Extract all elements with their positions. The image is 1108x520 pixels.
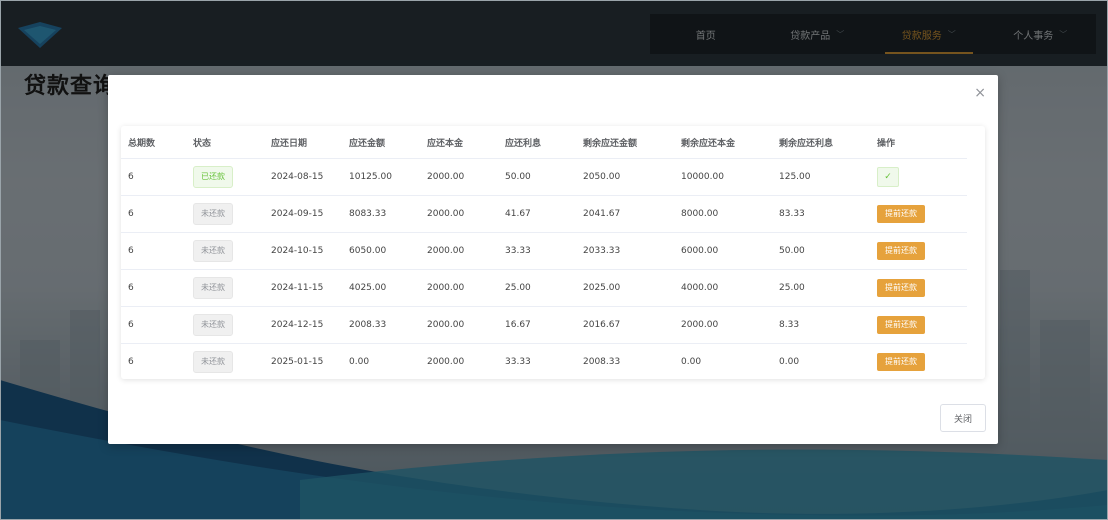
action-cell: 提前还款 [870, 195, 967, 233]
close-button[interactable]: 关闭 [940, 404, 986, 432]
cell-interest: 33.33 [498, 343, 576, 379]
cell-periods: 6 [121, 232, 186, 270]
column-header: 操作 [870, 126, 967, 159]
status-cell: 未还款 [186, 195, 264, 233]
status-badge: 未还款 [193, 240, 233, 262]
cell-periods: 6 [121, 343, 186, 379]
status-badge: 未还款 [193, 351, 233, 373]
cell-amount: 0.00 [342, 343, 420, 379]
cell-remaining-interest: 25.00 [772, 269, 870, 307]
cell-remaining-principal: 6000.00 [674, 232, 772, 270]
action-cell: 提前还款 [870, 269, 967, 307]
cell-due-date: 2024-10-15 [264, 232, 342, 270]
column-header: 状态 [186, 126, 264, 159]
cell-remaining-principal: 4000.00 [674, 269, 772, 307]
early-repayment-button[interactable]: 提前还款 [877, 205, 925, 223]
repayment-schedule-dialog: × 总期数 状态 应还日期 应还金额 应还本金 应还利息 剩余应还金额 剩余应还… [108, 75, 998, 444]
close-icon[interactable]: × [974, 85, 986, 101]
cell-remaining-principal: 0.00 [674, 343, 772, 379]
table-row: 6 未还款 2024-12-15 2008.33 2000.00 16.67 2016.67… [121, 306, 967, 344]
cell-remaining-interest: 8.33 [772, 306, 870, 344]
status-badge: 未还款 [193, 314, 233, 336]
status-badge: 未还款 [193, 277, 233, 299]
column-header: 应还本金 [420, 126, 498, 159]
cell-amount: 8083.33 [342, 195, 420, 233]
early-repayment-button[interactable]: 提前还款 [877, 279, 925, 297]
column-header: 剩余应还利息 [772, 126, 870, 159]
cell-due-date: 2024-08-15 [264, 158, 342, 196]
cell-remaining-amount: 2008.33 [576, 343, 674, 379]
table-row: 6 未还款 2025-01-15 0.00 2000.00 33.33 2008.33 0.0… [121, 343, 967, 379]
cell-due-date: 2024-12-15 [264, 306, 342, 344]
cell-interest: 16.67 [498, 306, 576, 344]
table-row: 6 未还款 2024-10-15 6050.00 2000.00 33.33 2033.33… [121, 232, 967, 270]
app-window: 首页 贷款产品 ﹀ 贷款服务 ﹀ 个人事务 ﹀ 贷款查询 × 总期数 状态 应还… [0, 0, 1108, 520]
cell-remaining-amount: 2025.00 [576, 269, 674, 307]
cell-remaining-amount: 2033.33 [576, 232, 674, 270]
table-row: 6 未还款 2024-11-15 4025.00 2000.00 25.00 2025.00… [121, 269, 967, 307]
cell-remaining-amount: 2050.00 [576, 158, 674, 196]
action-cell: 提前还款 [870, 232, 967, 270]
cell-amount: 2008.33 [342, 306, 420, 344]
column-header: 总期数 [121, 126, 186, 159]
cell-periods: 6 [121, 195, 186, 233]
status-badge: 已还款 [193, 166, 233, 188]
table-row: 6 未还款 2024-09-15 8083.33 2000.00 41.67 2041.67… [121, 195, 967, 233]
cell-periods: 6 [121, 269, 186, 307]
cell-principal: 2000.00 [420, 195, 498, 233]
status-cell: 已还款 [186, 158, 264, 196]
cell-remaining-amount: 2041.67 [576, 195, 674, 233]
cell-principal: 2000.00 [420, 158, 498, 196]
cell-amount: 10125.00 [342, 158, 420, 196]
status-badge: 未还款 [193, 203, 233, 225]
cell-remaining-principal: 8000.00 [674, 195, 772, 233]
repayment-table: 总期数 状态 应还日期 应还金额 应还本金 应还利息 剩余应还金额 剩余应还本金… [121, 126, 967, 379]
cell-remaining-interest: 83.33 [772, 195, 870, 233]
cell-principal: 2000.00 [420, 232, 498, 270]
cell-remaining-principal: 2000.00 [674, 306, 772, 344]
early-repayment-button[interactable]: 提前还款 [877, 242, 925, 260]
column-header: 应还金额 [342, 126, 420, 159]
cell-interest: 33.33 [498, 232, 576, 270]
repayment-table-card: 总期数 状态 应还日期 应还金额 应还本金 应还利息 剩余应还金额 剩余应还本金… [121, 126, 985, 379]
column-header: 剩余应还本金 [674, 126, 772, 159]
cell-interest: 25.00 [498, 269, 576, 307]
cell-periods: 6 [121, 158, 186, 196]
status-cell: 未还款 [186, 306, 264, 344]
status-cell: 未还款 [186, 343, 264, 379]
action-cell: 提前还款 [870, 306, 967, 344]
cell-periods: 6 [121, 306, 186, 344]
check-icon: ✓ [877, 167, 899, 187]
status-cell: 未还款 [186, 232, 264, 270]
cell-remaining-interest: 0.00 [772, 343, 870, 379]
cell-remaining-interest: 50.00 [772, 232, 870, 270]
cell-remaining-amount: 2016.67 [576, 306, 674, 344]
table-row: 6 已还款 2024-08-15 10125.00 2000.00 50.00 2050.0… [121, 158, 967, 196]
status-cell: 未还款 [186, 269, 264, 307]
cell-remaining-principal: 10000.00 [674, 158, 772, 196]
cell-due-date: 2024-09-15 [264, 195, 342, 233]
table-body: 6 已还款 2024-08-15 10125.00 2000.00 50.00 2050.0… [121, 158, 967, 379]
column-header: 应还日期 [264, 126, 342, 159]
cell-amount: 4025.00 [342, 269, 420, 307]
cell-amount: 6050.00 [342, 232, 420, 270]
early-repayment-button[interactable]: 提前还款 [877, 316, 925, 334]
column-header: 剩余应还金额 [576, 126, 674, 159]
cell-remaining-interest: 125.00 [772, 158, 870, 196]
cell-due-date: 2024-11-15 [264, 269, 342, 307]
cell-interest: 50.00 [498, 158, 576, 196]
cell-principal: 2000.00 [420, 306, 498, 344]
action-cell: 提前还款 [870, 343, 967, 379]
column-header: 应还利息 [498, 126, 576, 159]
cell-principal: 2000.00 [420, 269, 498, 307]
cell-due-date: 2025-01-15 [264, 343, 342, 379]
early-repayment-button[interactable]: 提前还款 [877, 353, 925, 371]
table-header-row: 总期数 状态 应还日期 应还金额 应还本金 应还利息 剩余应还金额 剩余应还本金… [121, 126, 967, 159]
cell-interest: 41.67 [498, 195, 576, 233]
action-cell: ✓ [870, 158, 967, 196]
cell-principal: 2000.00 [420, 343, 498, 379]
